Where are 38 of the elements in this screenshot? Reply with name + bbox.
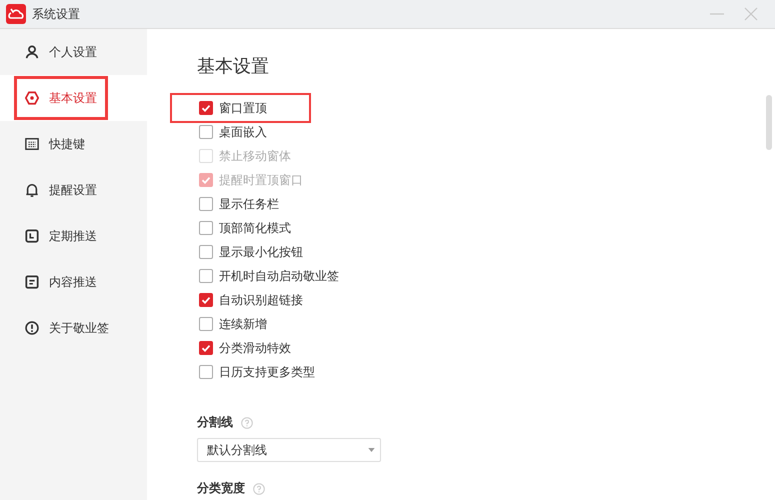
checkbox[interactable]: 顶部简化模式 <box>199 218 291 238</box>
calendar-clock-icon <box>25 229 39 243</box>
setting-label: 分类宽度 <box>197 480 245 497</box>
caret-icon <box>368 448 375 452</box>
checkbox[interactable]: 连续新增 <box>199 314 267 334</box>
sidebar-item[interactable]: 快捷键 <box>0 121 147 167</box>
sidebar-item[interactable]: 提醒设置 <box>0 167 147 213</box>
window-title: 系统设置 <box>32 6 80 22</box>
help-icon[interactable] <box>253 482 265 494</box>
person-icon <box>25 45 39 59</box>
check-icon <box>200 294 212 306</box>
checkbox[interactable]: 日历支持更多类型 <box>199 362 315 382</box>
checkbox[interactable]: 自动识别超链接 <box>199 290 303 310</box>
sidebar-item[interactable]: 基本设置 <box>0 75 147 121</box>
dropdown[interactable]: 默认分割线 <box>197 438 381 462</box>
checkbox[interactable]: 显示任务栏 <box>199 194 279 214</box>
check-icon <box>200 102 212 114</box>
check-icon <box>200 174 212 186</box>
exclamation-icon <box>25 321 39 335</box>
document-icon <box>25 275 39 289</box>
sidebar-item[interactable]: 内容推送 <box>0 259 147 305</box>
cloud-logo-icon <box>6 4 26 24</box>
setting-label: 分割线 <box>197 414 233 431</box>
checkbox[interactable]: 桌面嵌入 <box>199 122 267 142</box>
sidebar-item[interactable]: 个人设置 <box>0 29 147 75</box>
checkbox[interactable]: 分类滑动特效 <box>199 338 291 358</box>
checkbox[interactable]: 显示最小化按钮 <box>199 242 303 262</box>
check-icon <box>200 342 212 354</box>
hexagon-icon <box>25 91 39 105</box>
sidebar-item[interactable]: 定期推送 <box>0 213 147 259</box>
checkbox[interactable]: 开机时自动启动敬业签 <box>199 266 339 286</box>
keyboard-icon <box>25 137 39 151</box>
sidebar-item[interactable]: 关于敬业签 <box>0 305 147 351</box>
section-heading: 基本设置 <box>197 55 270 78</box>
close-icon <box>744 7 758 21</box>
scrollbar[interactable] <box>766 95 772 150</box>
bell-icon <box>25 183 39 197</box>
help-icon[interactable] <box>241 416 253 428</box>
